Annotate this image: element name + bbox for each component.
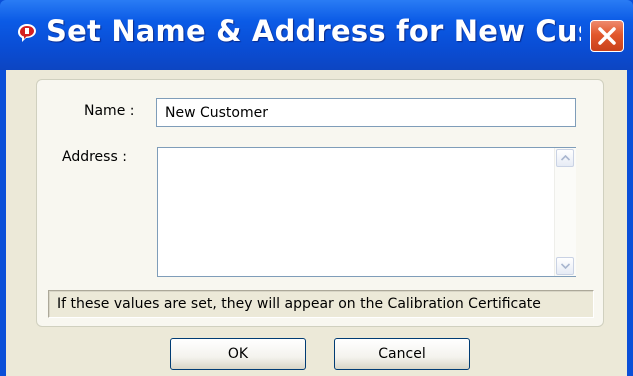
address-label: Address : xyxy=(62,149,127,165)
cancel-button[interactable]: Cancel xyxy=(334,338,470,370)
close-icon xyxy=(598,27,616,45)
title-bar[interactable]: Set Name & Address for New Custo... xyxy=(0,0,633,70)
chevron-up-icon xyxy=(561,155,570,161)
close-button[interactable] xyxy=(590,20,624,52)
dialog-window: Set Name & Address for New Custo... Name… xyxy=(0,0,633,376)
address-input[interactable] xyxy=(158,148,553,276)
name-label: Name : xyxy=(84,103,135,119)
dialog-body: Name : Address : xyxy=(6,70,627,376)
ok-button[interactable]: OK xyxy=(170,338,306,370)
window-title: Set Name & Address for New Custo... xyxy=(46,14,581,48)
form-group: Name : Address : xyxy=(36,79,604,327)
app-icon xyxy=(16,22,38,44)
chevron-down-icon xyxy=(561,263,570,269)
info-hint-text: If these values are set, they will appea… xyxy=(48,290,594,318)
scroll-up-button[interactable] xyxy=(556,149,574,167)
name-input[interactable] xyxy=(156,98,576,127)
scroll-down-button[interactable] xyxy=(556,257,574,275)
address-field xyxy=(157,147,576,277)
address-scrollbar[interactable] xyxy=(554,148,576,276)
